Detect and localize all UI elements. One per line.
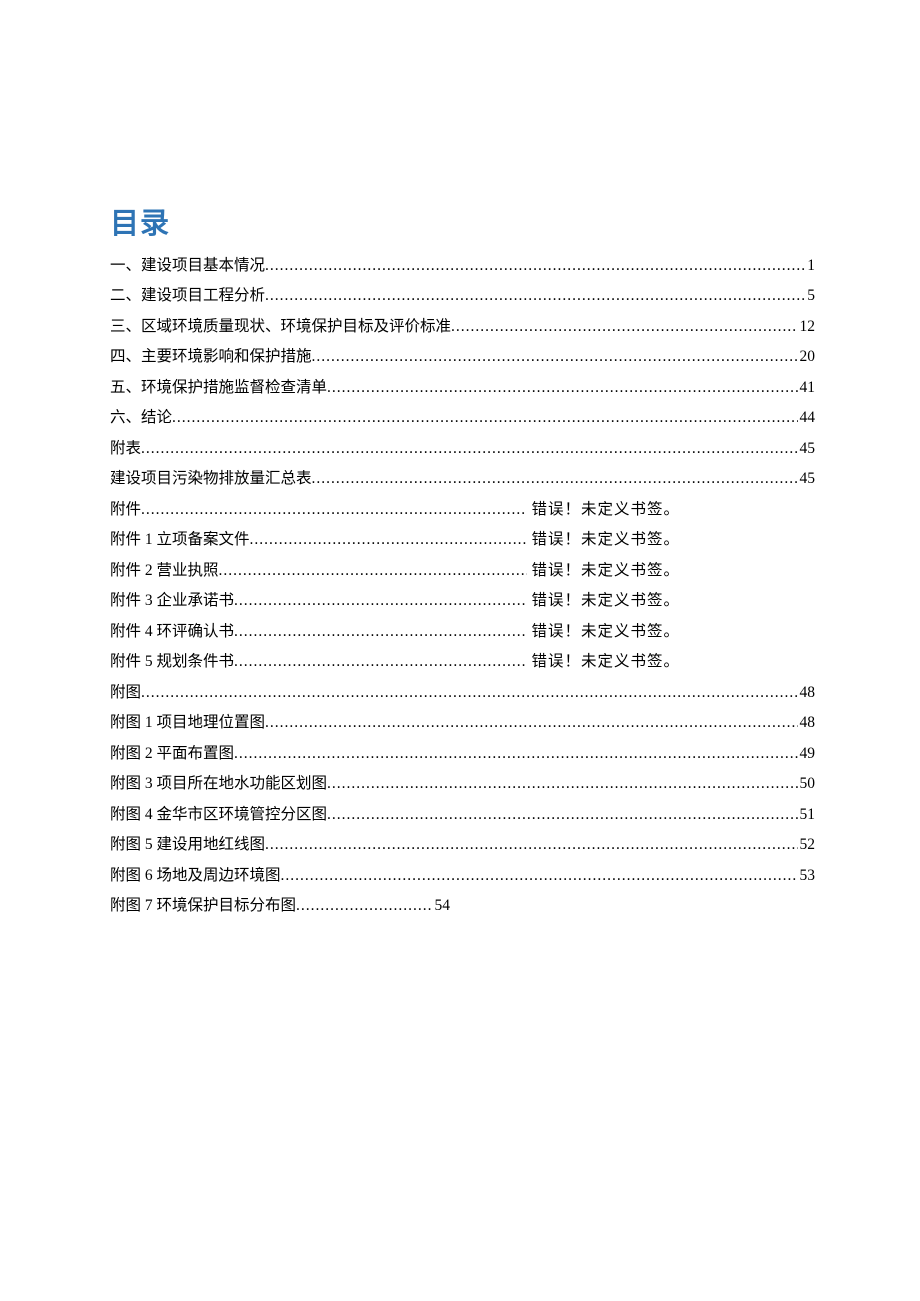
toc-leader-dots	[234, 593, 527, 609]
toc-entry-label: 附图 4 金华市区环境管控分区图	[110, 807, 327, 823]
toc-entry-label: 附图 1 项目地理位置图	[110, 715, 265, 731]
toc-entry-page: 45	[798, 441, 816, 457]
toc-entry[interactable]: 六、结论 44	[110, 403, 815, 434]
toc-entry[interactable]: 附件 1 立项备案文件 错误！未定义书签。	[110, 525, 680, 556]
toc-entry[interactable]: 附图 1 项目地理位置图 48	[110, 708, 815, 739]
toc-entry[interactable]: 一、建设项目基本情况 1	[110, 250, 815, 281]
toc-entry-label: 四、主要环境影响和保护措施	[110, 349, 312, 365]
toc-entry-error: 错误！未定义书签。	[527, 532, 680, 548]
toc-entry-label: 一、建设项目基本情况	[110, 258, 265, 274]
toc-entry-page: 52	[798, 837, 816, 853]
toc-leader-dots	[327, 776, 797, 792]
toc-entry-label: 五、环境保护措施监督检查清单	[110, 380, 327, 396]
toc-entry-page: 51	[798, 807, 816, 823]
toc-entry-label: 二、建设项目工程分析	[110, 288, 265, 304]
toc-leader-dots	[141, 685, 797, 701]
toc-entry[interactable]: 四、主要环境影响和保护措施 20	[110, 342, 815, 373]
toc-leader-dots	[172, 410, 797, 426]
toc-entry[interactable]: 二、建设项目工程分析 5	[110, 281, 815, 312]
toc-leader-dots	[234, 624, 527, 640]
toc-entry-label: 附图	[110, 685, 141, 701]
toc-leader-dots	[312, 349, 798, 365]
toc-leader-dots	[327, 807, 797, 823]
toc-entry[interactable]: 附件 5 规划条件书 错误！未定义书签。	[110, 647, 680, 678]
toc-entry-page: 53	[798, 868, 816, 884]
toc-entry-page: 54	[433, 898, 451, 914]
toc-leader-dots	[281, 868, 798, 884]
table-of-contents: 一、建设项目基本情况 1 二、建设项目工程分析 5 三、区域环境质量现状、环境保护目标及…	[110, 250, 815, 921]
toc-leader-dots	[265, 258, 805, 274]
toc-entry-error: 错误！未定义书签。	[527, 654, 680, 670]
toc-entry-page: 41	[798, 380, 816, 396]
toc-entry-label: 建设项目污染物排放量汇总表	[110, 471, 312, 487]
toc-entry[interactable]: 附图 7 环境保护目标分布图 54	[110, 891, 450, 922]
toc-entry-label: 三、区域环境质量现状、环境保护目标及评价标准	[110, 319, 451, 335]
toc-entry-page: 1	[805, 258, 815, 274]
toc-leader-dots	[250, 532, 528, 548]
toc-leader-dots	[219, 563, 528, 579]
toc-entry-label: 附表	[110, 441, 141, 457]
toc-entry-label: 附件 1 立项备案文件	[110, 532, 250, 548]
toc-entry-page: 12	[798, 319, 816, 335]
toc-leader-dots	[265, 837, 797, 853]
toc-entry[interactable]: 附图 5 建设用地红线图 52	[110, 830, 815, 861]
toc-entry-label: 附件 5 规划条件书	[110, 654, 234, 670]
toc-entry[interactable]: 附图 48	[110, 677, 815, 708]
toc-entry-label: 附件 3 企业承诺书	[110, 593, 234, 609]
toc-leader-dots	[141, 441, 797, 457]
toc-entry-label: 附图 3 项目所在地水功能区划图	[110, 776, 327, 792]
toc-entry[interactable]: 附图 2 平面布置图 49	[110, 738, 815, 769]
toc-entry-error: 错误！未定义书签。	[527, 593, 680, 609]
toc-leader-dots	[327, 380, 797, 396]
toc-entry-label: 附件	[110, 502, 141, 518]
toc-entry-page: 5	[805, 288, 815, 304]
toc-entry[interactable]: 附图 3 项目所在地水功能区划图 50	[110, 769, 815, 800]
document-page: 目录 一、建设项目基本情况 1 二、建设项目工程分析 5 三、区域环境质量现状、环境保护…	[0, 0, 920, 1301]
toc-entry[interactable]: 附图 4 金华市区环境管控分区图 51	[110, 799, 815, 830]
toc-leader-dots	[234, 654, 527, 670]
toc-entry-label: 附图 7 环境保护目标分布图	[110, 898, 296, 914]
toc-entry-error: 错误！未定义书签。	[527, 624, 680, 640]
toc-entry[interactable]: 五、环境保护措施监督检查清单 41	[110, 372, 815, 403]
toc-leader-dots	[451, 319, 797, 335]
toc-entry-page: 49	[798, 746, 816, 762]
toc-leader-dots	[265, 715, 797, 731]
toc-leader-dots	[141, 502, 527, 518]
toc-entry[interactable]: 建设项目污染物排放量汇总表 45	[110, 464, 815, 495]
toc-leader-dots	[296, 898, 432, 914]
toc-entry[interactable]: 附件 4 环评确认书 错误！未定义书签。	[110, 616, 680, 647]
toc-entry[interactable]: 附件 3 企业承诺书 错误！未定义书签。	[110, 586, 680, 617]
toc-entry-label: 六、结论	[110, 410, 172, 426]
toc-entry-page: 48	[798, 685, 816, 701]
toc-entry-page: 20	[798, 349, 816, 365]
toc-entry[interactable]: 三、区域环境质量现状、环境保护目标及评价标准 12	[110, 311, 815, 342]
toc-entry-label: 附图 6 场地及周边环境图	[110, 868, 281, 884]
toc-title: 目录	[110, 200, 815, 242]
toc-entry-label: 附件 4 环评确认书	[110, 624, 234, 640]
toc-entry[interactable]: 附件 错误！未定义书签。	[110, 494, 680, 525]
toc-entry-page: 48	[798, 715, 816, 731]
toc-entry-label: 附图 2 平面布置图	[110, 746, 234, 762]
toc-leader-dots	[234, 746, 797, 762]
toc-entry[interactable]: 附图 6 场地及周边环境图 53	[110, 860, 815, 891]
toc-entry-error: 错误！未定义书签。	[527, 502, 680, 518]
toc-entry-page: 44	[798, 410, 816, 426]
toc-entry-page: 45	[798, 471, 816, 487]
toc-entry[interactable]: 附件 2 营业执照 错误！未定义书签。	[110, 555, 680, 586]
toc-leader-dots	[312, 471, 798, 487]
toc-entry-page: 50	[798, 776, 816, 792]
toc-entry[interactable]: 附表 45	[110, 433, 815, 464]
toc-entry-label: 附件 2 营业执照	[110, 563, 219, 579]
toc-entry-label: 附图 5 建设用地红线图	[110, 837, 265, 853]
toc-leader-dots	[265, 288, 805, 304]
toc-entry-error: 错误！未定义书签。	[527, 563, 680, 579]
